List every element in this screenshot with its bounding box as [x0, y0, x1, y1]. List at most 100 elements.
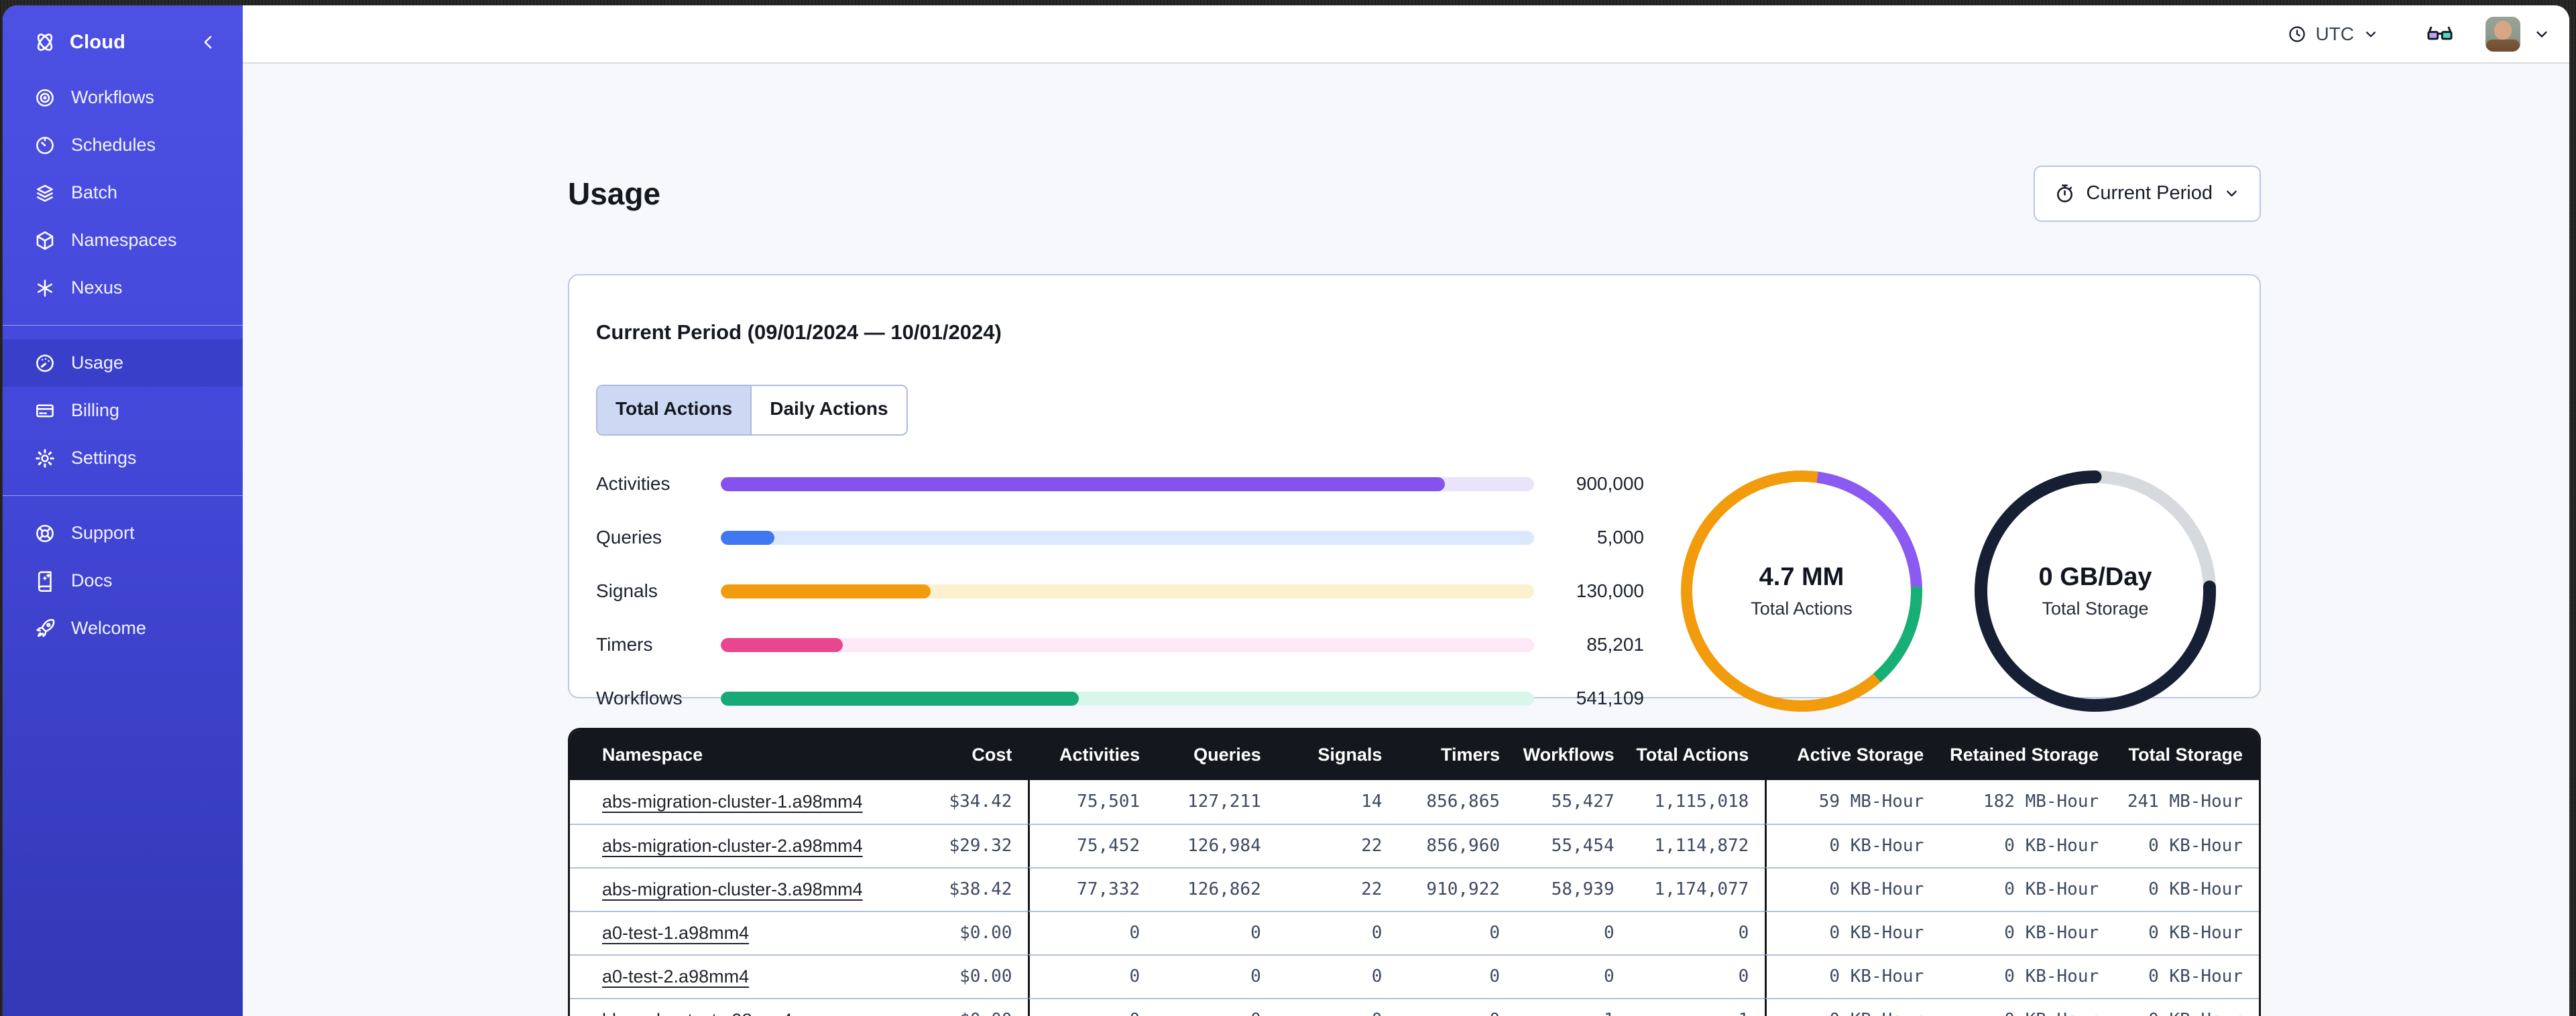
sidebar-item-nexus[interactable]: Nexus	[3, 264, 243, 312]
sidebar-divider	[3, 495, 243, 496]
table-cell: 0 KB-Hour	[1765, 823, 1940, 867]
bar-fill	[721, 584, 931, 598]
column-header[interactable]: Cost	[870, 729, 1029, 780]
table-cell: 1,115,018	[1630, 779, 1765, 824]
sidebar-item-schedules[interactable]: Schedules	[3, 121, 243, 169]
sidebar-item-support[interactable]: Support	[3, 509, 243, 557]
bar-label: Signals	[596, 580, 658, 602]
schedules-icon	[34, 134, 56, 157]
table-cell: 0	[1398, 997, 1516, 1016]
table-cell: 126,984	[1156, 823, 1277, 867]
column-header[interactable]: Active Storage	[1765, 729, 1940, 780]
sidebar-item-label: Batch	[71, 182, 118, 202]
table-cell: 0	[1277, 910, 1399, 954]
table-cell: 0 KB-Hour	[1765, 954, 1940, 998]
table-cell: 0	[1156, 910, 1277, 954]
column-header[interactable]: Workflows	[1516, 729, 1631, 780]
table-cell: 0	[1630, 954, 1765, 998]
sidebar-item-docs[interactable]: Docs	[3, 557, 243, 605]
sidebar-item-settings[interactable]: Settings	[3, 434, 243, 482]
namespace-link[interactable]: bk-worker-test.a98mm4	[602, 1010, 793, 1016]
column-header[interactable]: Activities	[1028, 729, 1157, 780]
sidebar-nav: Workflows Schedules Batch Namespaces Nexus Us…	[3, 70, 243, 656]
topbar: UTC	[243, 5, 2569, 64]
sidebar-item-label: Welcome	[71, 618, 147, 638]
table-row: abs-migration-cluster-1.a98mm4 $34.42 75,5…	[570, 779, 2259, 824]
avatar[interactable]	[2485, 16, 2520, 52]
column-header[interactable]: Queries	[1156, 729, 1277, 780]
column-header[interactable]: Total Storage	[2115, 729, 2259, 780]
table-cell: 856,865	[1398, 779, 1516, 824]
table-cell: 0	[1516, 954, 1631, 998]
column-header[interactable]: Timers	[1398, 729, 1516, 780]
namespace-link[interactable]: abs-migration-cluster-2.a98mm4	[602, 836, 863, 856]
bar-fill	[721, 691, 1079, 706]
card-title: Current Period (09/01/2024 — 10/01/2024)	[596, 320, 1002, 344]
actions-tabs: Total Actions Daily Actions	[596, 385, 908, 436]
table-cell: 77,332	[1028, 867, 1157, 911]
total-storage-label: Total Storage	[2042, 598, 2149, 619]
main-content: Usage Current Period Current Period (09/…	[243, 65, 2569, 1016]
column-header[interactable]: Retained Storage	[1940, 729, 2115, 780]
sidebar-item-label: Namespaces	[71, 230, 177, 250]
chevron-down-icon	[2536, 31, 2547, 38]
support-icon	[34, 522, 56, 545]
sidebar-item-batch[interactable]: Batch	[3, 169, 243, 216]
feedback-glasses-button[interactable]	[2422, 19, 2457, 49]
namespace-link[interactable]: abs-migration-cluster-3.a98mm4	[602, 879, 863, 899]
table-cell: 1	[1630, 997, 1765, 1016]
column-header[interactable]: Namespace	[570, 729, 871, 780]
timezone-selector[interactable]: UTC	[2287, 23, 2380, 45]
table-cell: 0	[1028, 910, 1157, 954]
page-header: Usage Current Period	[568, 152, 2261, 235]
period-selector-button[interactable]: Current Period	[2034, 165, 2261, 222]
bar-row-activities: Activities 900,000	[596, 473, 1644, 495]
namespace-link[interactable]: a0-test-2.a98mm4	[602, 966, 749, 987]
table-cell: 0 KB-Hour	[1940, 997, 2115, 1016]
actions-bar-chart: Activities 900,000 Queries 5,000 Signals 130,…	[596, 473, 1644, 709]
table-cell: 0 KB-Hour	[1765, 910, 1940, 954]
bar-track	[721, 637, 1534, 652]
table-row: abs-migration-cluster-3.a98mm4 $38.42 77,3…	[570, 867, 2259, 911]
bar-label: Timers	[596, 634, 653, 655]
total-storage-value: 0 GB/Day	[2038, 563, 2152, 592]
sidebar: Cloud Workflows Schedules Batch Namespaces N…	[3, 5, 243, 1016]
welcome-icon	[34, 617, 56, 640]
bar-value: 5,000	[1596, 527, 1644, 548]
total-actions-donut: 4.7 MM Total Actions	[1681, 470, 1922, 712]
batch-icon	[34, 182, 56, 204]
table-cell: 22	[1277, 823, 1399, 867]
docs-icon	[34, 570, 56, 592]
account-menu-button[interactable]	[2532, 25, 2551, 44]
table-cell: 0	[1028, 997, 1157, 1016]
table-cell: 910,922	[1398, 867, 1516, 911]
sidebar-item-namespaces[interactable]: Namespaces	[3, 216, 243, 264]
timezone-label: UTC	[2315, 23, 2354, 44]
sidebar-item-billing[interactable]: Billing	[3, 387, 243, 434]
table-cell: 0	[1398, 954, 1516, 998]
table-cell: 22	[1277, 867, 1399, 911]
sidebar-item-welcome[interactable]: Welcome	[3, 605, 243, 652]
column-header[interactable]: Signals	[1277, 729, 1399, 780]
sidebar-collapse-button[interactable]	[198, 32, 219, 52]
sidebar-item-label: Settings	[71, 448, 137, 468]
tab-daily-actions[interactable]: Daily Actions	[750, 386, 906, 435]
table-cell: 0 KB-Hour	[1940, 954, 2115, 998]
table-cell: $0.00	[870, 910, 1029, 954]
namespace-usage-table: Namespace Cost Activities Queries Signals Tim…	[568, 727, 2261, 1016]
sidebar-divider	[3, 325, 243, 326]
chevron-down-icon	[2365, 31, 2376, 37]
namespace-link[interactable]: a0-test-1.a98mm4	[602, 923, 749, 943]
table-header-row: Namespace Cost Activities Queries Signals Tim…	[570, 729, 2259, 780]
table-cell: 55,427	[1516, 779, 1631, 824]
column-header[interactable]: Total Actions	[1630, 729, 1765, 780]
temporal-logo-icon	[32, 29, 58, 55]
sidebar-item-workflows[interactable]: Workflows	[3, 74, 243, 121]
sidebar-item-usage[interactable]: Usage	[3, 339, 243, 387]
table-cell: 0 KB-Hour	[2115, 997, 2259, 1016]
sidebar-item-label: Schedules	[71, 135, 156, 155]
tab-total-actions[interactable]: Total Actions	[597, 386, 751, 435]
table-cell: 58,939	[1516, 867, 1631, 911]
namespace-link[interactable]: abs-migration-cluster-1.a98mm4	[602, 791, 863, 812]
bar-value: 85,201	[1586, 634, 1644, 655]
